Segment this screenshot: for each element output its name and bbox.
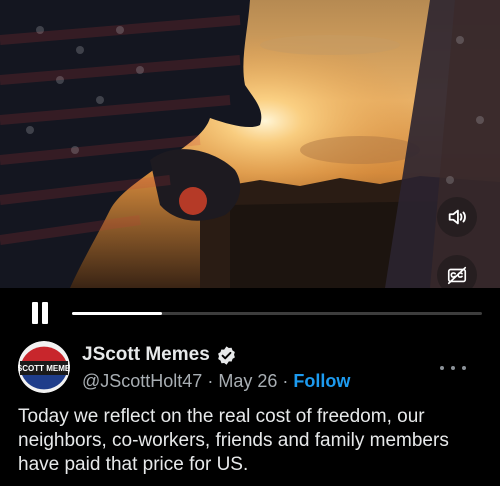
post-text: Today we reflect on the real cost of fre… — [18, 406, 449, 475]
video-frame — [0, 0, 500, 288]
more-options-button[interactable] — [440, 358, 466, 378]
video-player[interactable] — [0, 0, 500, 288]
meta-separator: · — [282, 371, 289, 391]
volume-icon — [448, 209, 466, 225]
meta-separator: · — [207, 371, 214, 391]
video-controls — [0, 288, 500, 334]
author-meta-row: @JScottHolt47 · May 26 · Follow — [82, 371, 350, 392]
verified-badge-icon — [217, 345, 235, 365]
follow-button[interactable]: Follow — [293, 371, 350, 391]
avatar[interactable]: JSCOTT MEMES — [18, 341, 70, 393]
author-name-row: JScott Memes — [82, 344, 237, 366]
pause-button[interactable] — [30, 302, 52, 326]
captions-button[interactable] — [437, 255, 477, 288]
display-name[interactable]: JScott Memes — [82, 344, 210, 366]
captions-icon — [447, 266, 467, 285]
post-date[interactable]: May 26 — [218, 371, 277, 391]
video-progress-fill — [72, 312, 163, 315]
pause-icon — [32, 302, 38, 324]
author-handle[interactable]: @JScottHolt47 — [82, 371, 202, 391]
more-options-icon — [440, 366, 444, 370]
volume-button[interactable] — [437, 197, 477, 237]
avatar-logo-text: JSCOTT MEMES — [18, 364, 70, 373]
video-progress-bar[interactable] — [72, 312, 482, 315]
